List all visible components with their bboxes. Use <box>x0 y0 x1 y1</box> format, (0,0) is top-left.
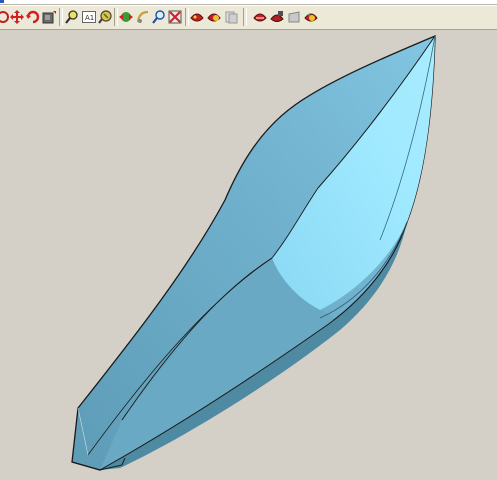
zoom-window-icon <box>65 10 78 24</box>
render-hidden-icon <box>288 11 300 23</box>
section-cube-icon <box>42 11 56 24</box>
render-button-4[interactable] <box>251 8 269 26</box>
view-toolbar: A1 <box>0 5 497 30</box>
zoom-window-button[interactable] <box>63 8 81 26</box>
render-material-icon <box>304 13 318 22</box>
look-at-icon <box>136 10 149 23</box>
shade-view-icon <box>119 12 133 22</box>
render-disabled-icon <box>225 11 238 24</box>
pan-arrows-icon <box>10 10 24 24</box>
render-edges-icon <box>270 11 284 22</box>
3d-viewport[interactable] <box>0 30 497 480</box>
shade-view-button[interactable] <box>117 8 135 26</box>
svg-text:A1: A1 <box>85 14 94 22</box>
render-shaded-icon <box>207 13 221 22</box>
hull-model <box>71 35 436 471</box>
title-bar-accent <box>0 0 4 3</box>
toolbar-separator <box>243 8 247 26</box>
fit-all-button[interactable] <box>166 8 184 26</box>
render-button-7[interactable] <box>302 8 320 26</box>
rotate-icon <box>26 10 40 24</box>
magnify-icon <box>152 10 165 24</box>
render-button-6[interactable] <box>285 8 303 26</box>
render-part-icon <box>253 13 267 22</box>
section-button[interactable] <box>40 8 58 26</box>
zoom-dynamic-icon <box>98 10 112 24</box>
render-button-1[interactable] <box>188 8 206 26</box>
render-button-5[interactable] <box>268 8 286 26</box>
render-button-2[interactable] <box>205 8 223 26</box>
zoom-annotation-icon: A1 <box>82 11 96 23</box>
zoom-dynamic-button[interactable] <box>96 8 114 26</box>
render-button-3[interactable] <box>222 8 240 26</box>
fit-all-icon <box>168 10 182 24</box>
render-icon <box>190 13 204 22</box>
